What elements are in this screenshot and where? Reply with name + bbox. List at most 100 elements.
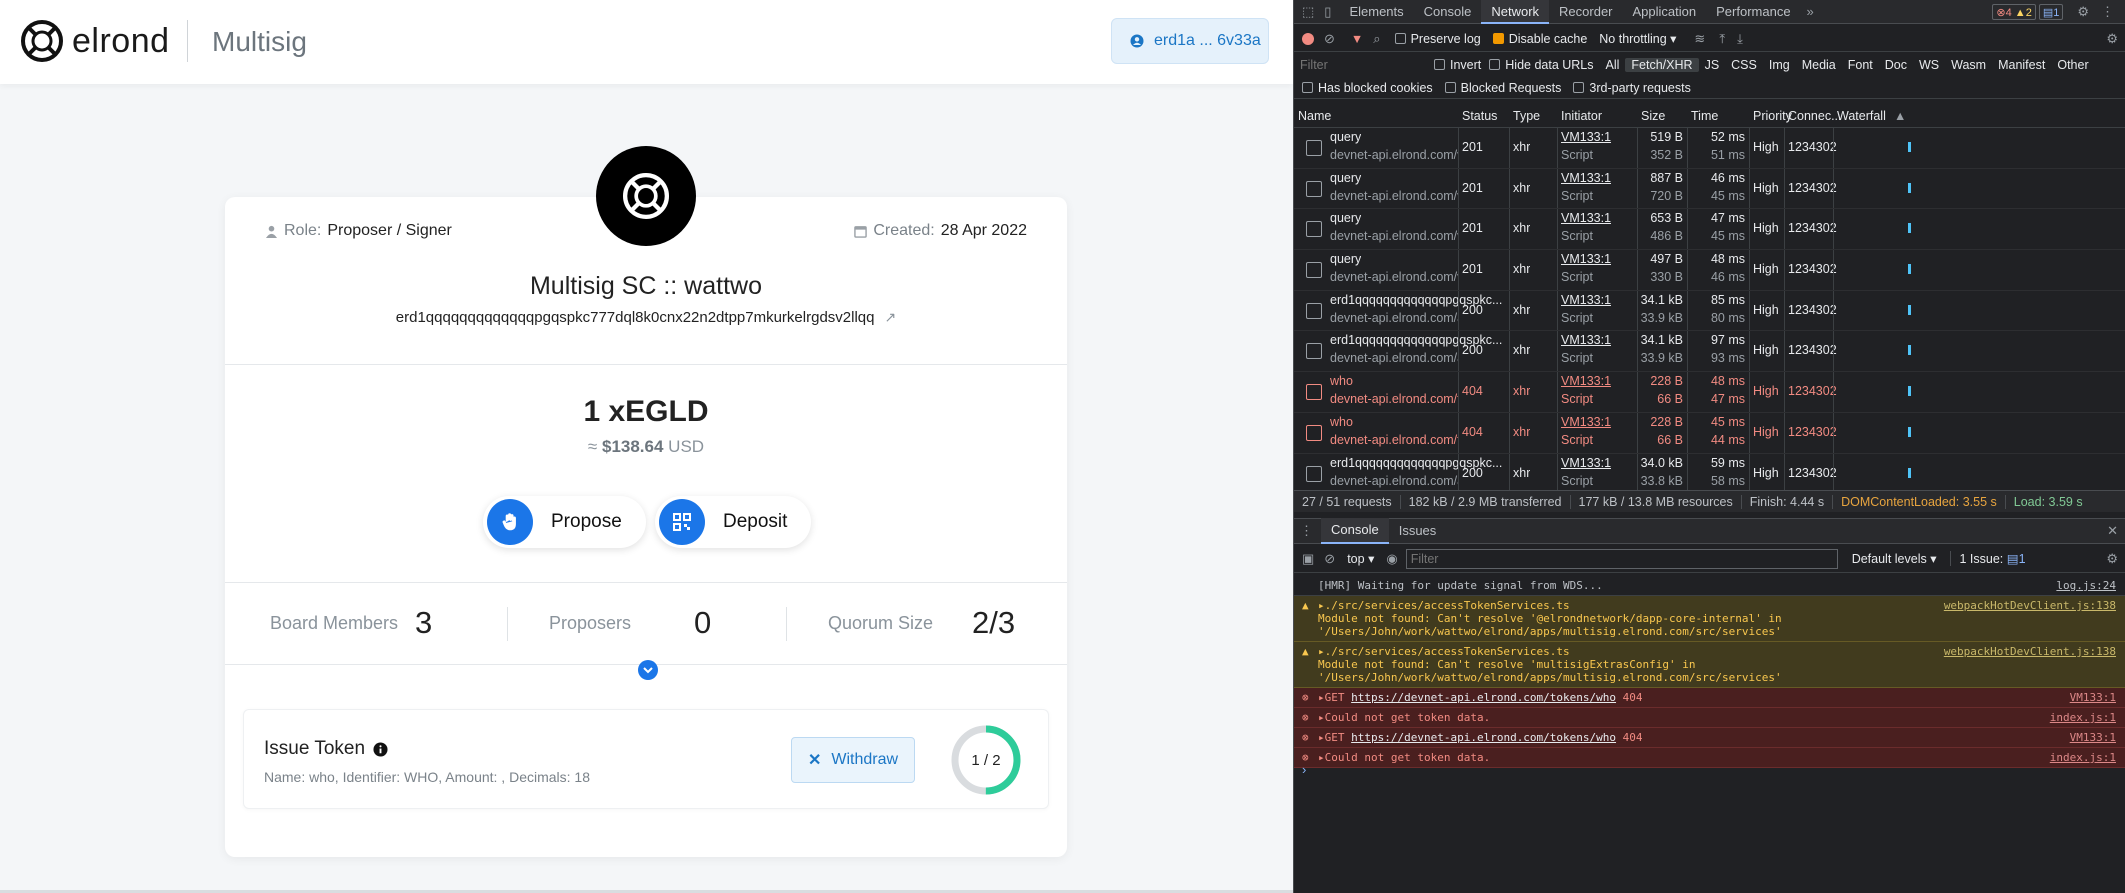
message-source-link[interactable]: log.js:24 bbox=[2056, 579, 2116, 592]
request-initiator[interactable]: VM133:1 bbox=[1561, 293, 1611, 307]
message-source-link[interactable]: webpackHotDevClient.js:138 bbox=[1944, 645, 2116, 658]
col-type[interactable]: Type bbox=[1513, 109, 1540, 123]
deposit-button[interactable]: Deposit bbox=[655, 496, 812, 548]
devtools-badges[interactable]: ⊗4 ▲2 ▤1 bbox=[1989, 3, 2064, 20]
wifi-icon[interactable]: ≋ bbox=[1694, 31, 1705, 47]
console-prompt[interactable]: › bbox=[1302, 762, 1306, 777]
drawer-menu-icon[interactable]: ⋮ bbox=[1300, 523, 1313, 539]
close-icon[interactable]: ✕ bbox=[2107, 523, 2118, 539]
col-size[interactable]: Size bbox=[1641, 109, 1665, 123]
upload-icon[interactable]: ⤒ bbox=[1719, 31, 1725, 47]
message-source-link[interactable]: webpackHotDevClient.js:138 bbox=[1944, 599, 2116, 612]
console-message[interactable]: ⊗ ▸Could not get token data. index.js:1 bbox=[1294, 748, 2125, 768]
sort-ascending-icon[interactable]: ▲ bbox=[1894, 109, 1906, 123]
console-message[interactable]: [HMR] Waiting for update signal from WDS… bbox=[1294, 576, 2125, 596]
console-message[interactable]: ⊗ ▸GET https://devnet-api.elrond.com/toke… bbox=[1294, 688, 2125, 708]
filter-type-other[interactable]: Other bbox=[2051, 58, 2094, 72]
external-link-icon[interactable]: ↗ bbox=[884, 309, 896, 325]
col-waterfall[interactable]: Waterfall bbox=[1837, 109, 1886, 123]
more-tabs-icon[interactable]: » bbox=[1807, 4, 1814, 19]
console-message[interactable]: ⊗ ▸GET https://devnet-api.elrond.com/toke… bbox=[1294, 728, 2125, 748]
message-source-link[interactable]: VM133:1 bbox=[2070, 691, 2116, 704]
table-row[interactable]: query devnet-api.elrond.com/vm-val... 201 x… bbox=[1294, 250, 2125, 291]
inspect-element-icon[interactable]: ⬚ bbox=[1302, 4, 1314, 20]
message-source-link[interactable]: index.js:1 bbox=[2050, 751, 2116, 764]
withdraw-button[interactable]: ✕ Withdraw bbox=[791, 737, 915, 783]
filter-type-fetch-xhr[interactable]: Fetch/XHR bbox=[1625, 58, 1699, 72]
sidebar-toggle-icon[interactable]: ▣ bbox=[1302, 551, 1314, 567]
elrond-logo-icon[interactable] bbox=[20, 19, 64, 63]
message-url[interactable]: https://devnet-api.elrond.com/tokens/who bbox=[1351, 731, 1616, 744]
disable-cache-checkbox[interactable]: Disable cache bbox=[1492, 32, 1587, 46]
request-initiator[interactable]: VM133:1 bbox=[1561, 456, 1611, 470]
table-row[interactable]: query devnet-api.elrond.com/vm-val... 201 x… bbox=[1294, 128, 2125, 169]
request-initiator[interactable]: VM133:1 bbox=[1561, 130, 1611, 144]
message-count-badge[interactable]: ▤1 bbox=[2038, 3, 2064, 20]
filter-type-doc[interactable]: Doc bbox=[1879, 58, 1913, 72]
col-time[interactable]: Time bbox=[1691, 109, 1718, 123]
request-initiator[interactable]: VM133:1 bbox=[1561, 171, 1611, 185]
request-initiator[interactable]: VM133:1 bbox=[1561, 333, 1611, 347]
table-row[interactable]: erd1qqqqqqqqqqqqqpgqspkc... devnet-api.el… bbox=[1294, 331, 2125, 373]
log-levels-select[interactable]: Default levels ▾ bbox=[1852, 551, 1937, 566]
col-status[interactable]: Status bbox=[1462, 109, 1497, 123]
request-initiator[interactable]: VM133:1 bbox=[1561, 415, 1611, 429]
drawer-tab-issues[interactable]: Issues bbox=[1389, 519, 1447, 543]
more-options-icon[interactable]: ⋮ bbox=[2101, 4, 2114, 20]
issues-counter[interactable]: 1 Issue: ▤1 bbox=[1950, 551, 2026, 566]
tab-recorder[interactable]: Recorder bbox=[1549, 0, 1622, 24]
preserve-log-checkbox[interactable]: Preserve log bbox=[1394, 32, 1481, 46]
tab-network[interactable]: Network bbox=[1481, 0, 1550, 24]
record-icon[interactable] bbox=[1302, 32, 1314, 45]
tab-application[interactable]: Application bbox=[1623, 0, 1707, 24]
eye-icon[interactable]: ◉ bbox=[1386, 551, 1397, 567]
col-connection[interactable]: Connec... bbox=[1788, 109, 1842, 123]
filter-type-font[interactable]: Font bbox=[1842, 58, 1879, 72]
message-source-link[interactable]: index.js:1 bbox=[2050, 711, 2116, 724]
col-initiator[interactable]: Initiator bbox=[1561, 109, 1602, 123]
table-row[interactable]: who devnet-api.elrond.com/tokens 404 xhr VM1… bbox=[1294, 372, 2125, 413]
filter-icon[interactable]: ▼ bbox=[1351, 32, 1363, 46]
filter-type-css[interactable]: CSS bbox=[1725, 58, 1763, 72]
gear-icon[interactable]: ⚙ bbox=[2106, 31, 2118, 47]
brand-name[interactable]: elrond bbox=[72, 22, 170, 61]
network-filter-input[interactable] bbox=[1300, 58, 1420, 72]
filter-type-js[interactable]: JS bbox=[1699, 58, 1726, 72]
account-address-button[interactable]: erd1a ... 6v33a bbox=[1111, 18, 1269, 64]
request-initiator[interactable]: VM133:1 bbox=[1561, 252, 1611, 266]
hide-data-urls-checkbox[interactable]: Hide data URLs bbox=[1489, 58, 1594, 72]
tab-elements[interactable]: Elements bbox=[1339, 0, 1413, 24]
table-row[interactable]: erd1qqqqqqqqqqqqqpgqspkc... devnet-api.el… bbox=[1294, 453, 2125, 495]
message-source-link[interactable]: VM133:1 bbox=[2070, 731, 2116, 744]
throttling-select[interactable]: No throttling ▾ bbox=[1599, 31, 1676, 46]
propose-button[interactable]: Propose bbox=[483, 496, 646, 548]
filter-type-manifest[interactable]: Manifest bbox=[1992, 58, 2051, 72]
has-blocked-cookies-checkbox[interactable]: Has blocked cookies bbox=[1302, 81, 1433, 95]
request-initiator[interactable]: VM133:1 bbox=[1561, 374, 1611, 388]
gear-icon[interactable]: ⚙ bbox=[2077, 4, 2089, 20]
gear-icon[interactable]: ⚙ bbox=[2106, 551, 2118, 567]
invert-checkbox[interactable]: Invert bbox=[1434, 58, 1481, 72]
context-select[interactable]: top ▾ bbox=[1347, 551, 1374, 566]
message-url[interactable]: https://devnet-api.elrond.com/tokens/who bbox=[1351, 691, 1616, 704]
third-party-checkbox[interactable]: 3rd-party requests bbox=[1573, 81, 1691, 95]
error-count-badge[interactable]: ⊗4 ▲2 bbox=[1992, 3, 2036, 20]
blocked-requests-checkbox[interactable]: Blocked Requests bbox=[1444, 81, 1561, 95]
tab-performance[interactable]: Performance bbox=[1706, 0, 1800, 24]
console-message[interactable]: ⊗ ▸Could not get token data. index.js:1 bbox=[1294, 708, 2125, 728]
console-message[interactable]: ▲ ▸./src/services/accessTokenServices.ts M… bbox=[1294, 642, 2125, 688]
filter-type-wasm[interactable]: Wasm bbox=[1945, 58, 1992, 72]
tab-console[interactable]: Console bbox=[1414, 0, 1482, 24]
filter-type-media[interactable]: Media bbox=[1796, 58, 1842, 72]
col-priority[interactable]: Priority bbox=[1753, 109, 1792, 123]
info-icon[interactable] bbox=[373, 741, 388, 757]
filter-type-all[interactable]: All bbox=[1600, 58, 1626, 72]
table-row[interactable]: who devnet-api.elrond.com/tokens 404 xhr VM1… bbox=[1294, 412, 2125, 454]
device-toolbar-icon[interactable]: ▯ bbox=[1324, 4, 1331, 20]
table-row[interactable]: query devnet-api.elrond.com/vm-val... 201 x… bbox=[1294, 168, 2125, 210]
console-message[interactable]: ▲ ▸./src/services/accessTokenServices.ts M… bbox=[1294, 596, 2125, 642]
console-filter-input[interactable] bbox=[1405, 548, 1838, 569]
download-icon[interactable]: ⤓ bbox=[1737, 31, 1743, 47]
chevron-down-icon[interactable] bbox=[638, 660, 658, 680]
col-name[interactable]: Name bbox=[1298, 109, 1331, 123]
